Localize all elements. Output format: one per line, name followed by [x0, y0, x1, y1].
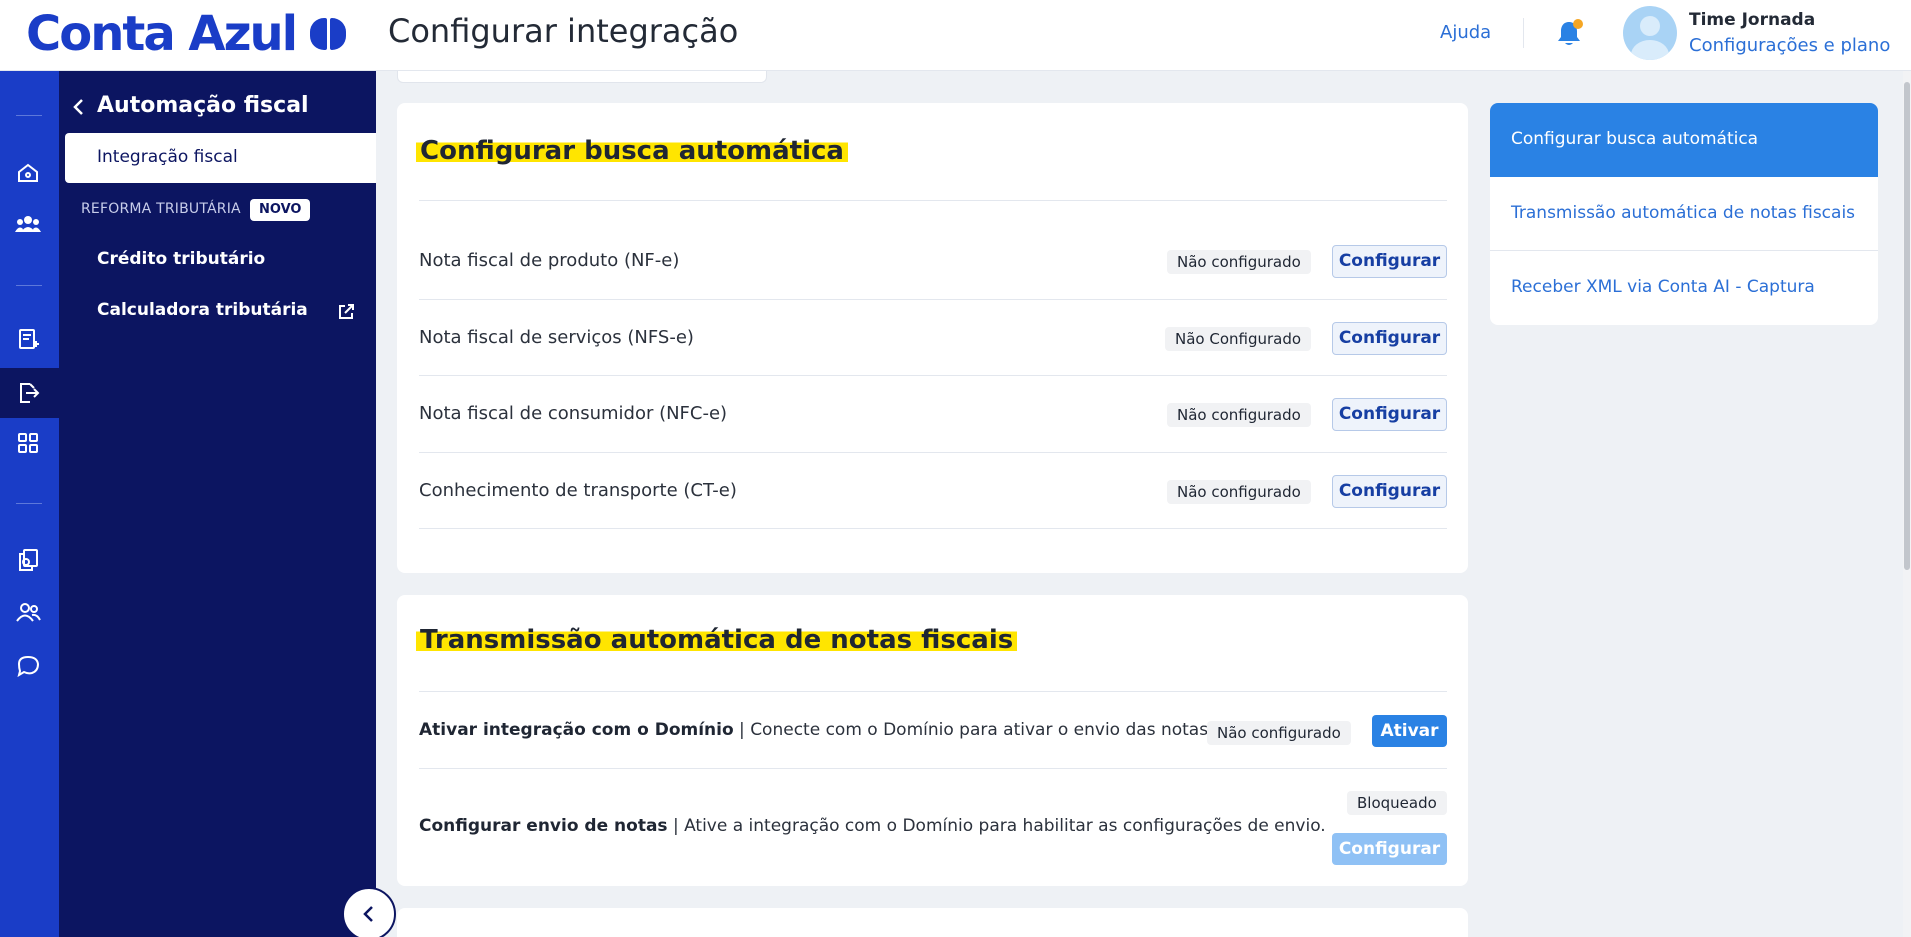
export-icon[interactable] [14, 379, 42, 407]
home-icon[interactable] [14, 159, 42, 187]
anchor-receber-xml[interactable]: Receber XML via Conta AI - Captura [1511, 277, 1815, 297]
transmissao-automatica-card: Transmissão automática de notas fiscais … [397, 595, 1468, 886]
logo-text: Conta Azul [26, 6, 298, 62]
sidebar-title[interactable]: Automação fiscal [97, 93, 309, 118]
contacts-icon[interactable] [14, 598, 42, 626]
page-title: Configurar integração [388, 12, 739, 50]
row-configurar-envio: Configurar envio de notas | Ative a inte… [419, 816, 1326, 836]
divider [419, 299, 1447, 300]
row-description: | Conecte com o Domínio para ativar o en… [733, 720, 1214, 740]
row-label-nfe: Nota fiscal de produto (NF-e) [419, 250, 680, 271]
section-title-transmissao: Transmissão automática de notas fiscais [416, 625, 1018, 655]
help-link[interactable]: Ajuda [1440, 22, 1491, 43]
new-badge: NOVO [250, 199, 311, 221]
sidebar-item-credito-tributario[interactable]: Crédito tributário [97, 249, 265, 269]
documents-icon[interactable] [14, 546, 42, 574]
divider [419, 375, 1447, 376]
row-label-cte: Conhecimento de transporte (CT-e) [419, 480, 737, 501]
row-ativar-integracao: Ativar integração com o Domínio | Conect… [419, 720, 1213, 740]
divider [419, 528, 1447, 529]
collapse-sidebar-button[interactable] [342, 887, 396, 937]
activate-integration-button[interactable]: Ativar [1372, 715, 1447, 747]
rail-divider [16, 115, 42, 116]
rail-divider [16, 503, 42, 504]
sidebar-item-calculadora-tributaria[interactable]: Calculadora tributária [97, 300, 308, 320]
sidebar-section-reforma: REFORMA TRIBUTÁRIA [81, 201, 241, 217]
divider [419, 691, 1447, 692]
status-badge: Não configurado [1207, 721, 1351, 745]
configure-nfse-button[interactable]: Configurar [1332, 322, 1447, 355]
divider [419, 200, 1447, 201]
notifications-bell-icon[interactable] [1556, 18, 1584, 48]
status-badge: Não Configurado [1165, 327, 1312, 351]
divider [419, 768, 1447, 769]
anchor-transmissao[interactable]: Transmissão automática de notas fiscais [1511, 203, 1855, 223]
apps-icon[interactable] [14, 429, 42, 457]
busca-automatica-card: Configurar busca automática Nota fiscal … [397, 103, 1468, 573]
previous-card-edge [397, 71, 767, 83]
back-chevron-icon[interactable] [71, 97, 87, 121]
icon-rail [0, 71, 59, 937]
invoice-icon[interactable] [14, 325, 42, 353]
configure-nfe-button[interactable]: Configurar [1332, 245, 1447, 278]
header-divider [1523, 18, 1524, 48]
configure-nfce-button[interactable]: Configurar [1332, 398, 1447, 431]
anchor-label: Configurar busca automática [1511, 129, 1759, 149]
row-label-nfce: Nota fiscal de consumidor (NFC-e) [419, 403, 728, 424]
logo-mark-icon [310, 16, 347, 52]
status-badge: Não configurado [1167, 403, 1311, 427]
user-name: Time Jornada [1689, 10, 1816, 30]
scrollbar-thumb[interactable] [1904, 82, 1910, 570]
configure-sending-button-disabled[interactable]: Configurar [1332, 833, 1447, 865]
users-icon[interactable] [14, 210, 42, 238]
divider [419, 452, 1447, 453]
status-badge-blocked: Bloqueado [1347, 791, 1447, 815]
status-badge: Não configurado [1167, 250, 1311, 274]
row-label-nfse: Nota fiscal de serviços (NFS-e) [419, 327, 694, 348]
row-bold-label: Configurar envio de notas [419, 816, 668, 836]
next-card-edge [397, 908, 1468, 937]
fiscal-automation-sidebar: Automação fiscal Integração fiscal REFOR… [59, 71, 376, 937]
settings-and-plan-link[interactable]: Configurações e plano [1689, 35, 1890, 56]
anchor-busca-automatica[interactable]: Configurar busca automática [1490, 103, 1878, 177]
sidebar-item-integracao-fiscal[interactable]: Integração fiscal [65, 133, 376, 183]
divider [1490, 250, 1878, 251]
external-link-icon [337, 303, 355, 325]
top-header: Conta Azul Configurar integração Ajuda T… [0, 0, 1911, 71]
configure-cte-button[interactable]: Configurar [1332, 475, 1447, 508]
user-avatar[interactable] [1623, 6, 1677, 60]
conta-azul-logo[interactable]: Conta Azul [26, 6, 347, 62]
section-anchor-nav: Configurar busca automática Transmissão … [1490, 103, 1878, 325]
chat-icon[interactable] [14, 651, 42, 679]
section-title-busca: Configurar busca automática [416, 136, 848, 166]
row-description: | Ative a integração com o Domínio para … [667, 816, 1326, 836]
rail-divider [16, 285, 42, 286]
status-badge: Não configurado [1167, 480, 1311, 504]
row-bold-label: Ativar integração com o Domínio [419, 720, 734, 740]
sidebar-item-label: Integração fiscal [97, 147, 238, 167]
